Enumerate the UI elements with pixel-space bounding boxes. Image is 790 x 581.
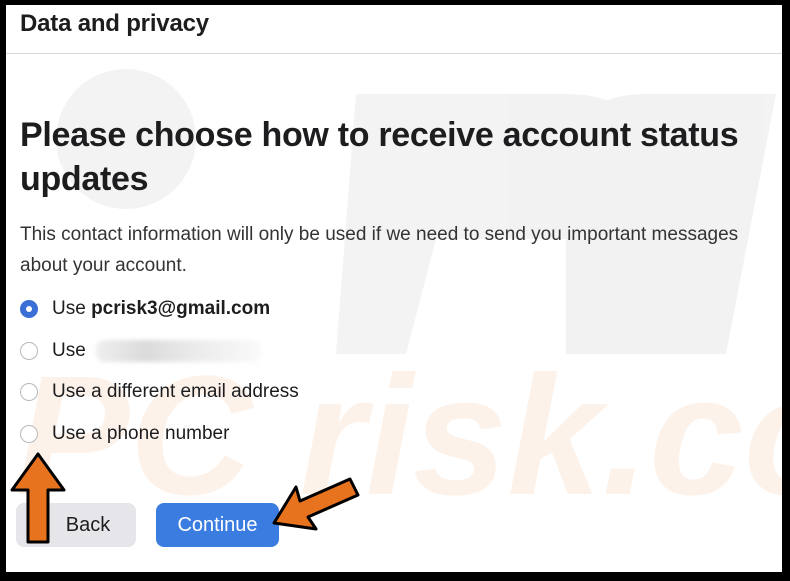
window-frame: PC risk.com Data and privacy Please choo… <box>6 5 782 572</box>
blurred-phone-number <box>95 339 261 362</box>
option-different-email[interactable]: Use a different email address <box>20 377 299 407</box>
radio-selected[interactable] <box>20 300 38 318</box>
back-button[interactable]: Back <box>16 503 136 547</box>
radio-unselected[interactable] <box>20 425 38 443</box>
option-label: Use <box>52 339 261 362</box>
continue-button[interactable]: Continue <box>156 503 279 547</box>
email-address: pcrisk3@gmail.com <box>91 298 271 319</box>
option-label: Use a phone number <box>52 423 230 444</box>
option-phone-existing[interactable]: Use <box>20 336 261 366</box>
radio-unselected[interactable] <box>20 342 38 360</box>
option-email[interactable]: Use pcrisk3@gmail.com <box>20 294 270 324</box>
app-header: Data and privacy <box>6 5 782 54</box>
radio-unselected[interactable] <box>20 383 38 401</box>
option-label: Use a different email address <box>52 381 299 402</box>
pointer-arrow-annotation <box>272 477 360 531</box>
header-title: Data and privacy <box>20 10 209 37</box>
option-phone-number[interactable]: Use a phone number <box>20 419 229 449</box>
page-heading: Please choose how to receive account sta… <box>20 116 739 198</box>
option-label: Use pcrisk3@gmail.com <box>52 298 271 319</box>
page-description: This contact information will only be us… <box>20 224 739 276</box>
